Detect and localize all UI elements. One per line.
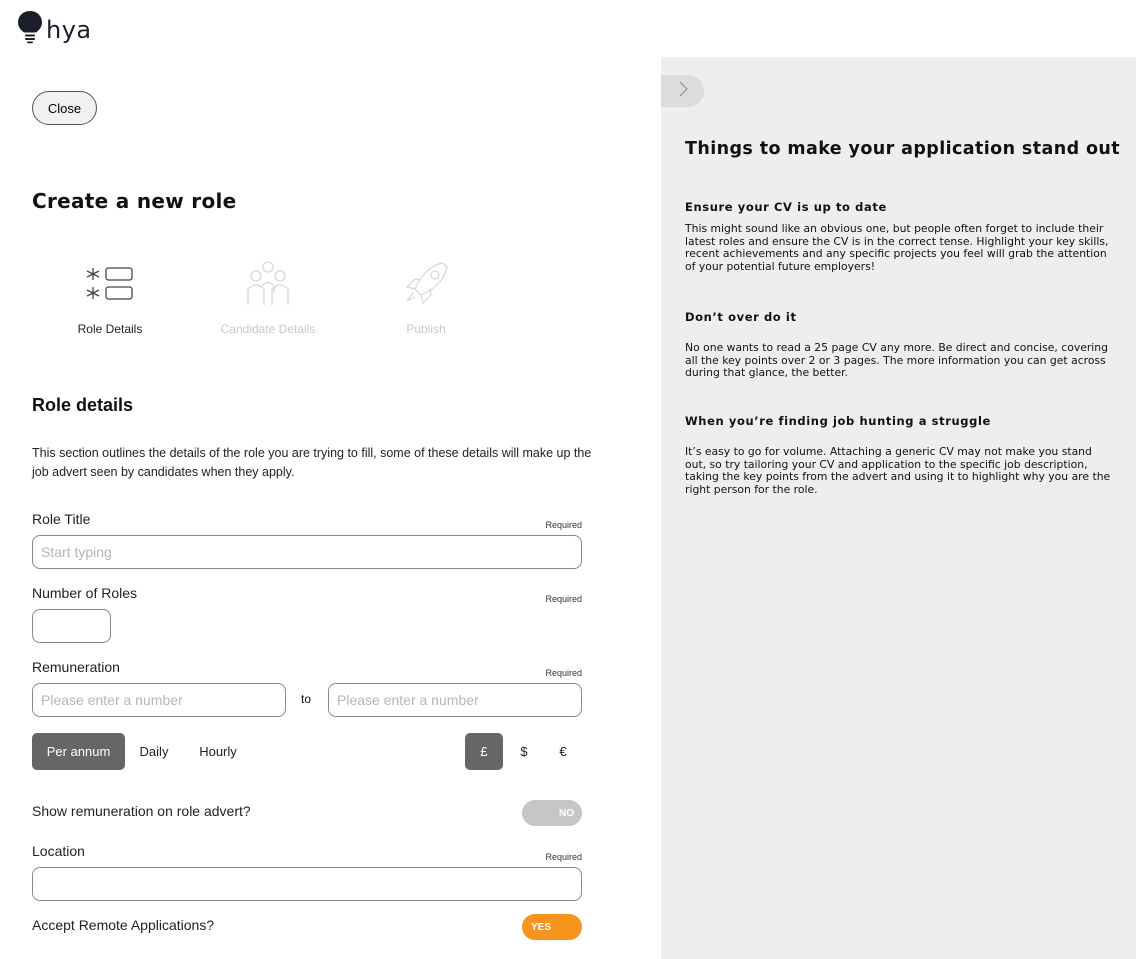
remuneration-label: Remuneration: [32, 659, 120, 675]
chevron-right-icon: [677, 80, 689, 103]
tips-panel: Things to make your application stand ou…: [661, 57, 1136, 959]
period-per-annum-button[interactable]: Per annum: [32, 733, 125, 770]
required-label: Required: [545, 852, 582, 862]
currency-usd-button[interactable]: $: [505, 733, 543, 770]
number-of-roles-input[interactable]: [32, 609, 111, 643]
remote-applications-label: Accept Remote Applications?: [32, 917, 215, 933]
rocket-icon: [356, 258, 496, 308]
tip-title: Ensure your CV is up to date: [685, 200, 887, 214]
collapse-panel-button[interactable]: [661, 75, 704, 107]
step-candidate-details[interactable]: Candidate Details: [198, 258, 338, 336]
required-label: Required: [545, 668, 582, 678]
step-label: Role Details: [77, 322, 143, 336]
step-role-details[interactable]: Role Details: [40, 258, 180, 336]
step-label: Candidate Details: [220, 322, 316, 336]
tip-body: This might sound like an obvious one, bu…: [685, 222, 1109, 273]
role-title-input[interactable]: [32, 535, 582, 569]
remote-applications-toggle[interactable]: YES: [522, 914, 582, 940]
show-remuneration-toggle[interactable]: NO: [522, 800, 582, 826]
step-publish[interactable]: Publish: [356, 258, 496, 336]
tip-body: No one wants to read a 25 page CV any mo…: [685, 341, 1109, 379]
tip-title: When you’re finding job hunting a strugg…: [685, 414, 991, 428]
remuneration-max-input[interactable]: [328, 683, 582, 717]
section-description: This section outlines the details of the…: [32, 446, 592, 479]
logo-text: hya: [46, 15, 92, 44]
currency-eur-button[interactable]: €: [544, 733, 582, 770]
people-group-icon: [198, 258, 338, 308]
logo[interactable]: hya: [17, 10, 92, 49]
step-indicator: Role Details Candidate Details Publish: [60, 258, 480, 348]
tips-panel-title: Things to make your application stand ou…: [685, 139, 1121, 159]
location-label: Location: [32, 843, 85, 859]
currency-gbp-button[interactable]: £: [465, 733, 503, 770]
show-remuneration-label: Show remuneration on role advert?: [32, 803, 251, 819]
number-of-roles-label: Number of Roles: [32, 585, 138, 601]
step-label: Publish: [406, 322, 446, 336]
close-button[interactable]: Close: [32, 91, 97, 125]
period-hourly-button[interactable]: Hourly: [193, 733, 243, 770]
remuneration-min-input[interactable]: [32, 683, 286, 717]
range-separator: to: [301, 692, 312, 706]
page-title: Create a new role: [32, 189, 237, 213]
location-input[interactable]: [32, 867, 582, 901]
required-label: Required: [545, 594, 582, 604]
form-fields-icon: [40, 258, 180, 308]
section-title: Role details: [32, 395, 134, 415]
lightbulb-icon: [17, 10, 43, 49]
tip-title: Don’t over do it: [685, 310, 797, 324]
period-daily-button[interactable]: Daily: [132, 733, 176, 770]
role-title-label: Role Title: [32, 511, 91, 527]
tip-body: It’s easy to go for volume. Attaching a …: [685, 445, 1111, 496]
required-label: Required: [545, 520, 582, 530]
